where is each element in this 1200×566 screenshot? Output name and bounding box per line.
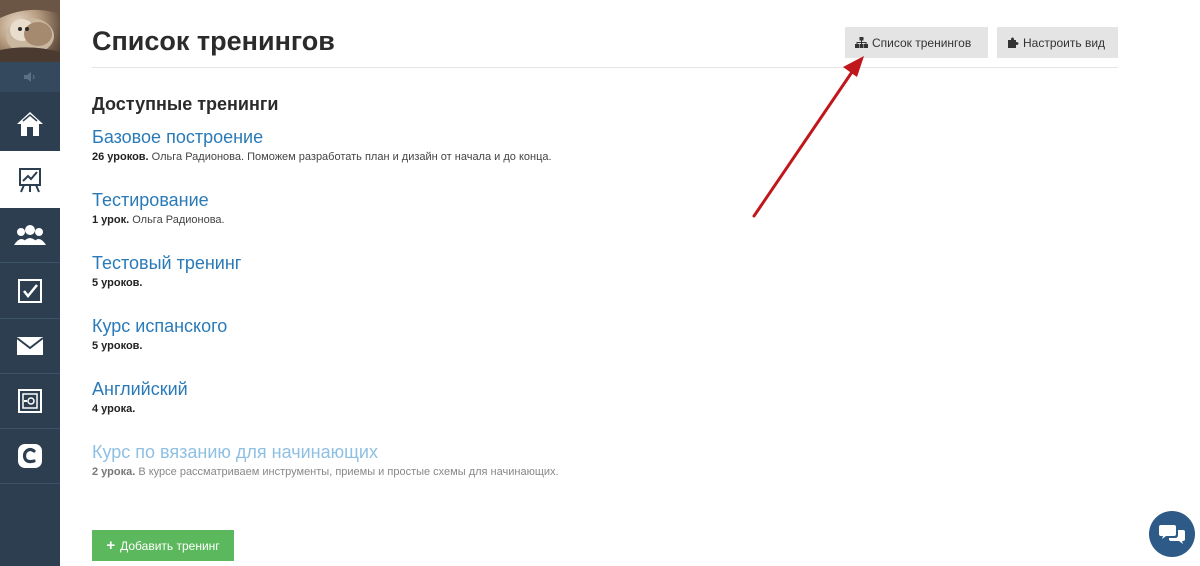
sidebar-item-safe[interactable]	[0, 372, 60, 429]
list-item: Тестовый тренинг 5 уроков.	[92, 253, 241, 289]
training-link[interactable]: Тестовый тренинг	[92, 253, 241, 274]
safe-icon	[18, 388, 42, 413]
lesson-count: 2 урока.	[92, 466, 136, 478]
sidebar-item-mail[interactable]	[0, 317, 60, 374]
training-chart-icon	[19, 167, 41, 192]
configure-view-button[interactable]: Настроить вид	[997, 27, 1118, 58]
lesson-count: 26 уроков.	[92, 151, 149, 163]
lesson-count: 1 урок.	[92, 214, 130, 226]
add-training-button[interactable]: + Добавить тренинг	[92, 530, 234, 561]
plus-icon: +	[106, 537, 116, 554]
training-link[interactable]: Базовое построение	[92, 127, 552, 148]
training-description: Ольга Радионова.	[132, 214, 225, 226]
list-item: Тестирование 1 урок. Ольга Радионова.	[92, 190, 225, 226]
training-link[interactable]: Курс по вязанию для начинающих	[92, 442, 559, 463]
sidebar-item-tasks[interactable]	[0, 262, 60, 319]
lesson-count: 5 уроков.	[92, 277, 143, 289]
training-meta: 26 уроков. Ольга Радионова. Поможем разр…	[92, 151, 552, 163]
training-link[interactable]: Тестирование	[92, 190, 225, 211]
checkbox-icon	[18, 278, 42, 303]
lesson-count: 4 урока.	[92, 403, 136, 415]
speaker-icon	[24, 72, 35, 82]
section-title: Доступные тренинги	[92, 94, 279, 114]
sidebar-item-c-logo[interactable]	[0, 427, 60, 484]
add-training-button-label: Добавить тренинг	[120, 538, 220, 553]
sound-toggle-button[interactable]	[0, 62, 60, 92]
training-list-button-label: Список тренингов	[872, 35, 972, 50]
training-description: В курсе рассматриваем инструменты, прием…	[138, 466, 559, 478]
sidebar-item-trainings[interactable]	[0, 151, 60, 208]
training-meta: 4 урока.	[92, 403, 188, 415]
sitemap-icon	[855, 37, 868, 48]
avatar[interactable]	[0, 0, 60, 62]
training-link[interactable]: Английский	[92, 379, 188, 400]
sidebar-item-home[interactable]	[0, 95, 60, 152]
list-item: Курс испанского 5 уроков.	[92, 316, 227, 352]
training-description: Ольга Радионова. Поможем разработать пла…	[151, 151, 552, 163]
puzzle-icon	[1007, 37, 1019, 49]
page-title: Список тренингов	[92, 26, 335, 56]
training-meta: 2 урока. В курсе рассматриваем инструмен…	[92, 466, 559, 478]
home-icon	[17, 111, 43, 136]
training-meta: 1 урок. Ольга Радионова.	[92, 214, 225, 226]
training-meta: 5 уроков.	[92, 277, 241, 289]
chat-icon	[1159, 525, 1185, 544]
lesson-count: 5 уроков.	[92, 340, 143, 352]
chat-button[interactable]	[1149, 511, 1195, 557]
training-meta: 5 уроков.	[92, 340, 227, 352]
sidebar	[0, 0, 60, 566]
users-icon	[14, 224, 46, 245]
sidebar-item-users[interactable]	[0, 206, 60, 263]
mail-icon	[16, 336, 44, 355]
configure-view-button-label: Настроить вид	[1023, 35, 1106, 50]
c-logo-icon	[18, 443, 42, 468]
annotation-arrow	[752, 56, 864, 218]
title-divider	[92, 67, 1118, 68]
list-item: Курс по вязанию для начинающих 2 урока. …	[92, 442, 559, 478]
list-item: Английский 4 урока.	[92, 379, 188, 415]
training-link[interactable]: Курс испанского	[92, 316, 227, 337]
list-item: Базовое построение 26 уроков. Ольга Ради…	[92, 127, 552, 163]
